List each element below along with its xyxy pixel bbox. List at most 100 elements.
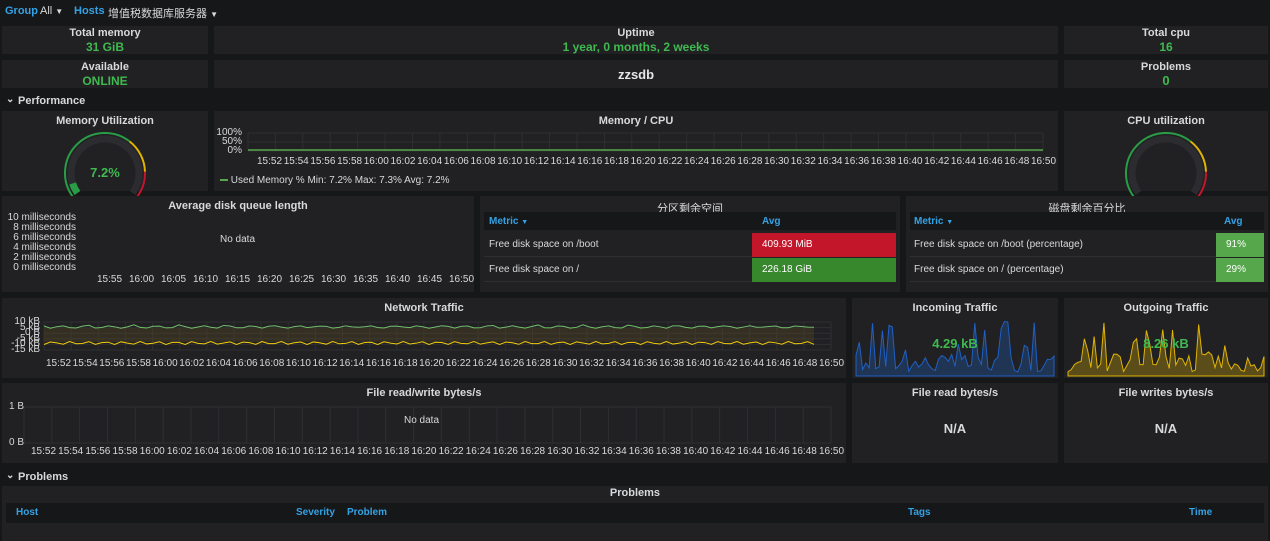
network-graph [43,321,832,351]
table-header [484,212,896,230]
severity-column-header[interactable]: Severity [296,507,335,518]
caret-down-icon: ▼ [521,219,529,226]
panel-title: Available [81,61,129,73]
x-tick-label: 16:00 [129,274,155,285]
network-traffic-panel: Network Traffic 10 kB 5 kB 0 B -5 kB -10 kB -… [2,298,846,378]
table-header [910,212,1264,230]
x-tick-label: 16:40 [385,274,411,285]
panel-title: Problems [609,487,661,499]
no-data-label: No data [220,234,256,245]
file-write-panel: File writes bytes/s N/A [1064,383,1268,463]
metric-cell: Free disk space on /boot (percentage) [914,239,1083,250]
panel-title: Problems [1140,61,1192,73]
memory-gauge-value: 7.2% [90,165,120,180]
performance-row-toggle[interactable]: ⌄ Performance [0,92,1270,110]
hostname-value: zzsdb [617,67,655,82]
avg-cell: 91% [1216,233,1264,257]
file-rw-panel: File read/write bytes/s 1 B0 B 15:52 15:5… [2,383,846,463]
x-tick-label: 16:50 [449,274,475,285]
panel-title: Total memory [69,27,141,39]
disk-percent-panel: 磁盘剩余百分比 Metric ▼ Avg Free disk space on … [906,196,1268,292]
hostname-panel: zzsdb [214,60,1058,88]
caret-down-icon: ▼ [946,219,954,226]
legend-swatch [220,179,228,182]
chevron-down-icon: ⌄ [6,94,15,105]
legend-item[interactable]: Used Memory % Min: 7.2% Max: 7.3% Avg: 7… [220,175,450,186]
table-row: Free disk space on / 226.18 GiB [484,258,896,282]
legend-label: Used Memory % Min: 7.2% Max: 7.3% Avg: 7… [230,175,450,186]
group-label: Group [5,5,38,17]
table-row: Free disk space on / (percentage) 29% [910,258,1264,282]
available-value: ONLINE [82,74,128,88]
time-column-header[interactable]: Time [1189,507,1212,518]
metric-column-header[interactable]: Metric ▼ [489,216,528,227]
host-column-header[interactable]: Host [16,507,38,518]
hosts-value: 增值税数据库服务器 [108,8,207,20]
problems-table-panel: Problems Host Severity Problem Tags Time [2,486,1268,541]
cpu-gauge-panel: CPU utilization [1064,111,1268,198]
metric-column-header[interactable]: Metric ▼ [914,216,953,227]
panel-title: Total cpu [1141,27,1191,39]
available-panel: Available ONLINE [2,60,208,88]
chevron-down-icon: ⌄ [6,470,15,481]
metric-cell: Free disk space on / [489,264,580,275]
total-memory-value: 31 GiB [85,40,124,54]
outgoing-traffic-panel: Outgoing Traffic 8.26 kB [1064,298,1268,378]
total-cpu-panel: Total cpu 16 [1064,26,1268,54]
cpu-gauge [1125,132,1207,198]
hosts-dropdown[interactable]: 增值税数据库服务器 ▼ [108,5,218,21]
group-value: All [40,5,53,17]
avg-cell: 226.18 GiB [752,258,896,282]
column-label: Metric [914,216,944,227]
total-cpu-value: 16 [1159,40,1173,54]
file-read-value: N/A [943,421,967,436]
file-read-panel: File read bytes/s N/A [852,383,1058,463]
panel-title: Average disk queue length [168,200,308,212]
avg-cell: 29% [1216,258,1264,282]
avg-column-header[interactable]: Avg [762,216,781,227]
caret-down-icon: ▼ [55,7,64,16]
caret-down-icon: ▼ [210,10,218,19]
group-dropdown[interactable]: All ▼ [40,5,63,17]
panel-title: File read bytes/s [911,387,999,399]
x-tick-label: 16:05 [161,274,187,285]
panel-title: Uptime [617,27,655,39]
table-row: Free disk space on /boot 409.93 MiB [484,233,896,257]
incoming-value: 4.29 kB [932,336,978,351]
outgoing-value: 8.26 kB [1143,336,1189,351]
x-tick-label: 16:45 [417,274,443,285]
avg-column-header[interactable]: Avg [1224,216,1243,227]
column-label: Metric [489,216,519,227]
x-tick-label: 16:25 [289,274,315,285]
problems-row-toggle[interactable]: ⌄ Problems [0,468,1270,486]
table-row: Free disk space on /boot (percentage) 91% [910,233,1264,257]
gauge-fill [69,182,81,196]
row-title: Performance [18,95,86,107]
series-area [44,328,814,342]
uptime-value: 1 year, 0 months, 2 weeks [562,40,710,54]
metric-cell: Free disk space on / (percentage) [914,264,1064,275]
x-tick-label: 16:35 [353,274,379,285]
table-header [6,503,1264,523]
memory-cpu-panel: Memory / CPU 100% 50% 0% 15:52 15:54 15:56 15… [214,111,1058,191]
incoming-traffic-panel: Incoming Traffic 4.29 kB [852,298,1058,378]
x-tick-label: 15:55 [97,274,123,285]
uptime-panel: Uptime 1 year, 0 months, 2 weeks [214,26,1058,54]
hosts-label: Hosts [74,5,105,17]
x-tick-label: 16:10 [193,274,219,285]
row-title: Problems [18,471,69,483]
x-tick-label: 16:15 [225,274,251,285]
total-memory-panel: Total memory 31 GiB [2,26,208,54]
no-data-label: No data [404,415,440,426]
tags-column-header[interactable]: Tags [908,507,931,518]
y-tick-label: 0 milliseconds [13,262,76,273]
disk-queue-panel: Average disk queue length 10 millisecond… [2,196,474,292]
file-write-value: N/A [1154,421,1178,436]
problems-count-value: 0 [1162,73,1170,88]
metric-cell: Free disk space on /boot [489,239,599,250]
x-tick-label: 16:20 [257,274,283,285]
x-tick-label: 16:30 [321,274,347,285]
problem-column-header[interactable]: Problem [347,507,387,518]
problems-count-panel: Problems 0 [1064,60,1268,88]
memory-gauge-panel: Memory Utilization 7.2% [2,111,208,198]
